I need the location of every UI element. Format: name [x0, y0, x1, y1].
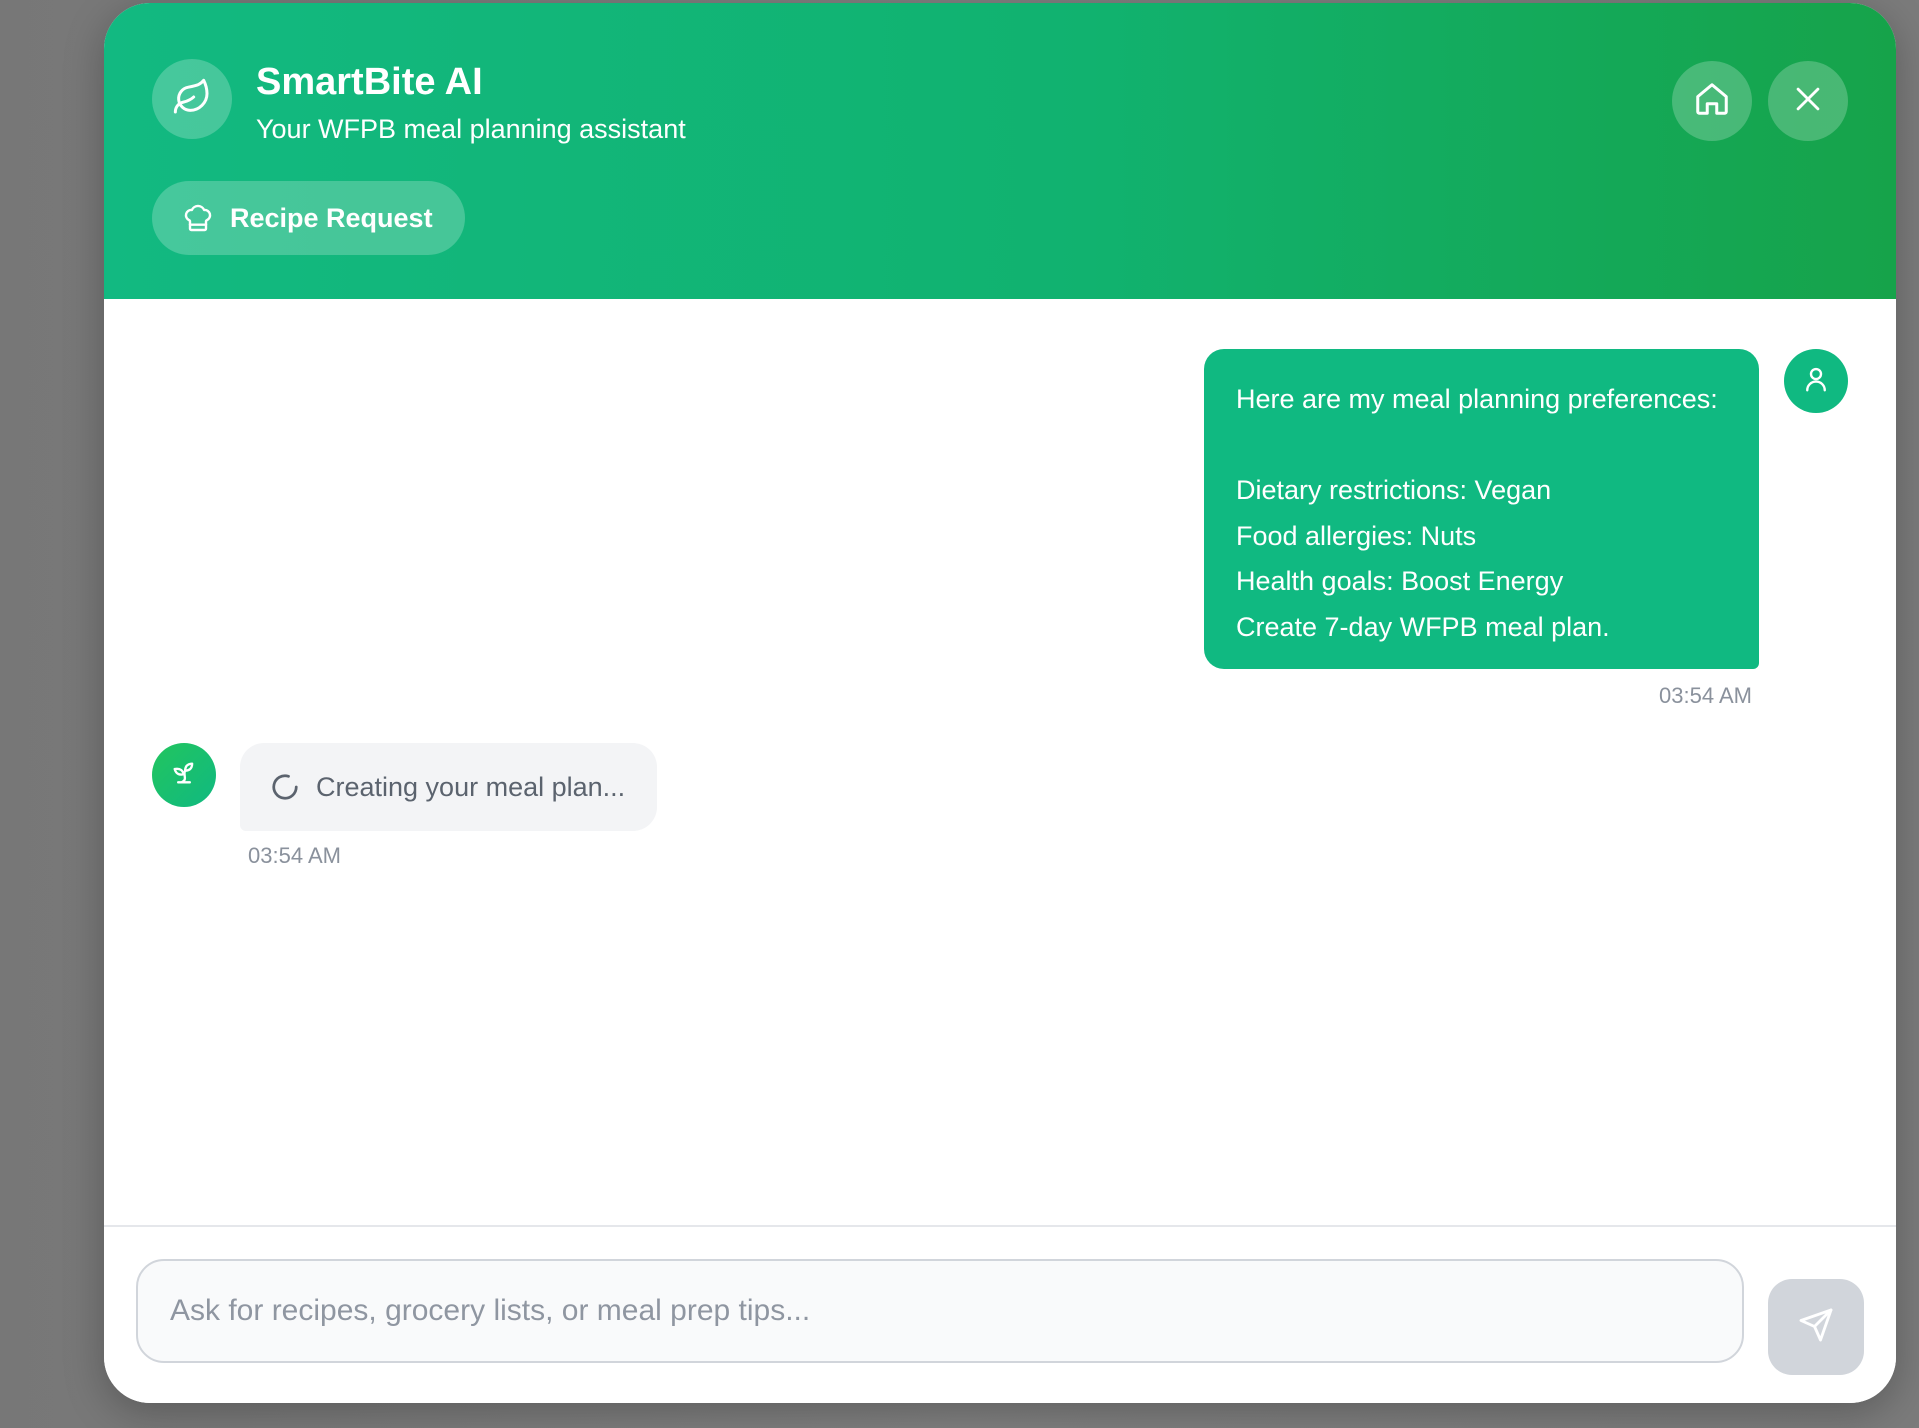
recipe-request-label: Recipe Request	[230, 202, 433, 233]
chat-header: SmartBite AI Your WFPB meal planning ass…	[104, 3, 1896, 299]
bot-avatar	[152, 743, 216, 807]
home-button[interactable]	[1672, 61, 1752, 141]
brand-logo	[152, 59, 232, 139]
bot-loading-text: Creating your meal plan...	[316, 771, 626, 802]
sprout-icon	[170, 759, 198, 792]
close-icon	[1791, 82, 1825, 121]
loading-spinner-icon	[270, 772, 300, 802]
user-message-line: Here are my meal planning preferences:	[1236, 384, 1718, 414]
user-message-line: Dietary restrictions: Vegan	[1236, 475, 1552, 505]
send-button[interactable]	[1768, 1279, 1864, 1375]
user-message-line: Food allergies: Nuts	[1236, 520, 1477, 551]
user-message-bubble: Here are my meal planning preferences: D…	[1204, 349, 1759, 669]
close-button[interactable]	[1768, 61, 1848, 141]
message-list[interactable]: Here are my meal planning preferences: D…	[104, 299, 1896, 1225]
leaf-icon	[172, 77, 212, 122]
send-icon	[1798, 1307, 1834, 1348]
app-subtitle: Your WFPB meal planning assistant	[256, 114, 686, 144]
home-icon	[1693, 80, 1731, 123]
message-input[interactable]	[136, 1259, 1744, 1363]
user-message-line: Health goals: Boost Energy	[1236, 566, 1564, 596]
bot-loading-bubble: Creating your meal plan...	[240, 743, 658, 831]
user-message-line: Create 7-day WFPB meal plan.	[1236, 611, 1610, 642]
app-title: SmartBite AI	[256, 61, 483, 103]
user-message-line	[1236, 423, 1727, 469]
user-icon	[1801, 364, 1831, 399]
user-avatar	[1784, 349, 1848, 413]
user-message-timestamp: 03:54 AM	[1659, 683, 1752, 708]
chat-window: SmartBite AI Your WFPB meal planning ass…	[104, 3, 1896, 1403]
recipe-request-button[interactable]: Recipe Request	[152, 181, 465, 255]
chef-hat-icon	[182, 202, 214, 234]
bot-message-timestamp: 03:54 AM	[248, 843, 341, 868]
composer	[104, 1225, 1896, 1403]
